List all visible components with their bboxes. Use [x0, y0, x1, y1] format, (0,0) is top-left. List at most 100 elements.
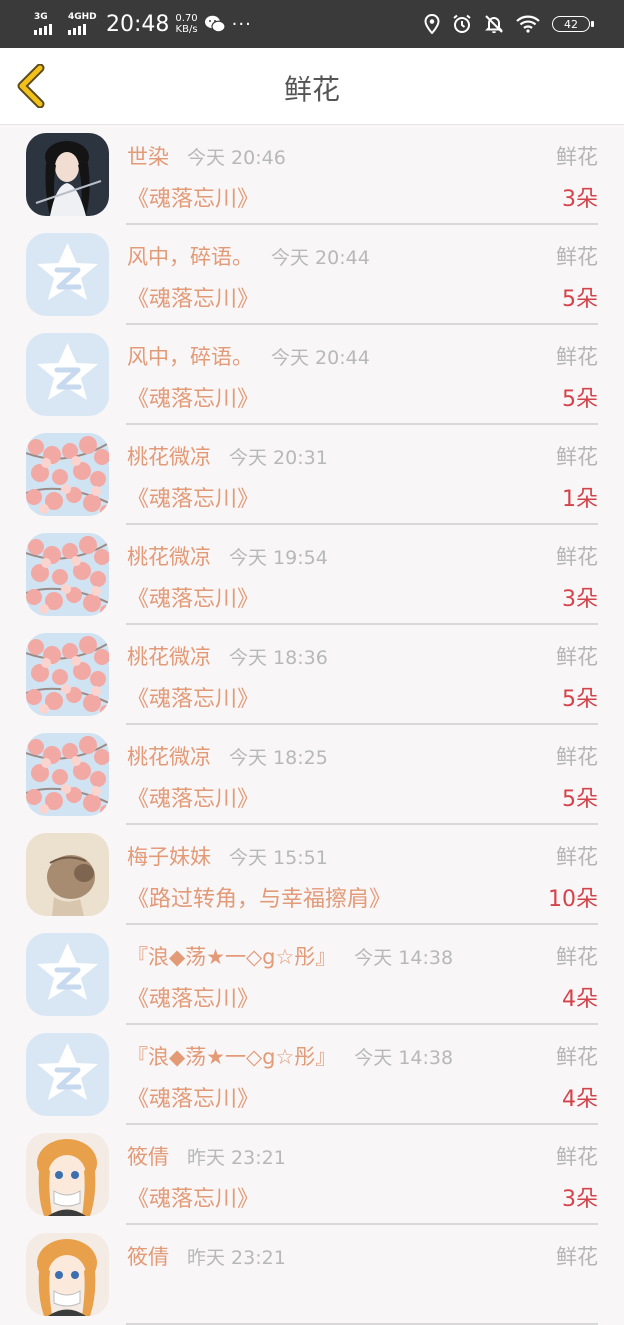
sender-name: 梅子妹妹 今天 15:51	[127, 841, 328, 871]
book-title[interactable]: 《魂落忘川》	[127, 281, 259, 313]
book-title[interactable]: 《魂落忘川》	[127, 1181, 259, 1213]
sender-name-text: 梅子妹妹	[127, 845, 211, 869]
avatar[interactable]	[26, 533, 109, 616]
gift-time: 昨天 23:21	[187, 1147, 286, 1169]
flower-count: 4朵	[562, 987, 598, 1012]
list-item[interactable]: 梅子妹妹 今天 15:51 鲜花 《路过转角，与幸福擦肩》 10朵	[0, 825, 624, 925]
flower-count: 5朵	[562, 387, 598, 412]
list-item[interactable]: 桃花微凉 今天 18:25 鲜花 《魂落忘川》 5朵	[0, 725, 624, 825]
sender-name: 桃花微凉 今天 20:31	[127, 441, 328, 471]
book-title[interactable]: 《魂落忘川》	[127, 581, 259, 613]
gift-time: 今天 20:31	[229, 447, 328, 469]
sender-name: 桃花微凉 今天 18:36	[127, 641, 328, 671]
list-item[interactable]: 风中，碎语。 今天 20:44 鲜花 《魂落忘川》 5朵	[0, 325, 624, 425]
gift-type: 鲜花	[556, 445, 598, 469]
list-item[interactable]: 世染 今天 20:46 鲜花 《魂落忘川》 3朵	[0, 125, 624, 225]
sender-name: 风中，碎语。 今天 20:44	[127, 241, 370, 271]
book-title[interactable]: 《魂落忘川》	[127, 481, 259, 513]
list-item[interactable]: 『浪◆荡★一◇g☆彤』 今天 14:38 鲜花 《魂落忘川》 4朵	[0, 1025, 624, 1125]
gift-type: 鲜花	[556, 145, 598, 169]
sender-name-text: 桃花微凉	[127, 745, 211, 769]
avatar[interactable]	[26, 233, 109, 316]
avatar[interactable]	[26, 1233, 109, 1316]
list-item[interactable]: 风中，碎语。 今天 20:44 鲜花 《魂落忘川》 5朵	[0, 225, 624, 325]
gift-time: 今天 19:54	[229, 547, 328, 569]
gift-type: 鲜花	[556, 1145, 598, 1169]
sender-name: 『浪◆荡★一◇g☆彤』 今天 14:38	[127, 1041, 453, 1071]
sender-name: 筱倩 昨天 23:21	[127, 1141, 286, 1171]
book-title[interactable]: 《魂落忘川》	[127, 781, 259, 813]
wechat-icon	[204, 15, 226, 33]
flower-count: 3朵	[562, 587, 598, 612]
book-title[interactable]: 《魂落忘川》	[127, 981, 259, 1013]
sender-name-text: 桃花微凉	[127, 445, 211, 469]
flower-count: 1朵	[562, 487, 598, 512]
sender-name: 世染 今天 20:46	[127, 141, 286, 171]
flower-count: 3朵	[562, 187, 598, 212]
gift-type: 鲜花	[556, 1245, 598, 1269]
gift-time: 今天 18:25	[229, 747, 328, 769]
gift-type: 鲜花	[556, 945, 598, 969]
list-item[interactable]: 桃花微凉 今天 19:54 鲜花 《魂落忘川》 3朵	[0, 525, 624, 625]
avatar[interactable]	[26, 733, 109, 816]
list-item[interactable]: 筱倩 昨天 23:21 鲜花	[0, 1225, 624, 1325]
flower-count: 4朵	[562, 1087, 598, 1112]
gift-type: 鲜花	[556, 645, 598, 669]
signal-sim2-icon: 4GHD	[68, 12, 98, 35]
gift-type: 鲜花	[556, 245, 598, 269]
gift-time: 今天 14:38	[354, 1047, 454, 1069]
page-title: 鲜花	[283, 73, 340, 106]
list-item[interactable]: 桃花微凉 今天 18:36 鲜花 《魂落忘川》 5朵	[0, 625, 624, 725]
mute-bell-icon	[485, 15, 503, 34]
sender-name-text: 桃花微凉	[127, 545, 211, 569]
gift-time: 今天 15:51	[229, 847, 328, 869]
sender-name: 『浪◆荡★一◇g☆彤』 今天 14:38	[127, 941, 453, 971]
avatar[interactable]	[26, 833, 109, 916]
sender-name-text: 风中，碎语。	[127, 345, 253, 369]
battery-level: 42	[564, 17, 578, 31]
flower-record-list: 世染 今天 20:46 鲜花 《魂落忘川》 3朵 风中，碎语。 今天 20:44 鲜…	[0, 125, 624, 1325]
book-title[interactable]: 《魂落忘川》	[127, 381, 259, 413]
flower-count: 10朵	[548, 887, 598, 912]
book-title[interactable]: 《魂落忘川》	[127, 181, 259, 213]
flower-count: 5朵	[562, 687, 598, 712]
flower-count: 5朵	[562, 287, 598, 312]
avatar[interactable]	[26, 133, 109, 216]
sender-name-text: 筱倩	[127, 1245, 169, 1269]
sender-name-text: 桃花微凉	[127, 645, 211, 669]
book-title[interactable]: 《魂落忘川》	[127, 681, 259, 713]
book-title[interactable]: 《魂落忘川》	[127, 1081, 259, 1113]
sender-name-text: 『浪◆荡★一◇g☆彤』	[127, 1045, 337, 1069]
list-item[interactable]: 桃花微凉 今天 20:31 鲜花 《魂落忘川》 1朵	[0, 425, 624, 525]
sender-name-text: 世染	[127, 145, 169, 169]
gift-type: 鲜花	[556, 345, 598, 369]
sender-name: 桃花微凉 今天 18:25	[127, 741, 328, 771]
list-item[interactable]: 『浪◆荡★一◇g☆彤』 今天 14:38 鲜花 《魂落忘川》 4朵	[0, 925, 624, 1025]
gift-time: 今天 18:36	[229, 647, 328, 669]
avatar[interactable]	[26, 1133, 109, 1216]
gift-type: 鲜花	[556, 845, 598, 869]
sender-name-text: 筱倩	[127, 1145, 169, 1169]
more-icon: ···	[231, 13, 252, 35]
avatar[interactable]	[26, 333, 109, 416]
gift-time: 今天 20:46	[187, 147, 286, 169]
sender-name: 风中，碎语。 今天 20:44	[127, 341, 370, 371]
avatar[interactable]	[26, 933, 109, 1016]
avatar[interactable]	[26, 633, 109, 716]
location-icon	[424, 14, 440, 34]
list-item[interactable]: 筱倩 昨天 23:21 鲜花 《魂落忘川》 3朵	[0, 1125, 624, 1225]
header: 鲜花	[0, 48, 624, 125]
network-speed: 0.70 KB/s	[175, 13, 198, 35]
gift-time: 今天 14:38	[354, 947, 454, 969]
avatar[interactable]	[26, 1033, 109, 1116]
gift-time: 今天 20:44	[271, 347, 370, 369]
wifi-icon	[516, 15, 540, 33]
sender-name-text: 『浪◆荡★一◇g☆彤』	[127, 945, 337, 969]
sender-name: 筱倩 昨天 23:21	[127, 1241, 286, 1271]
status-bar: 3G 4GHD 20:48 0.70 KB/s ··· 42	[0, 0, 624, 48]
gift-time: 昨天 23:21	[187, 1247, 286, 1269]
gift-type: 鲜花	[556, 1045, 598, 1069]
book-title[interactable]: 《路过转角，与幸福擦肩》	[127, 881, 391, 913]
avatar[interactable]	[26, 433, 109, 516]
gift-type: 鲜花	[556, 745, 598, 769]
